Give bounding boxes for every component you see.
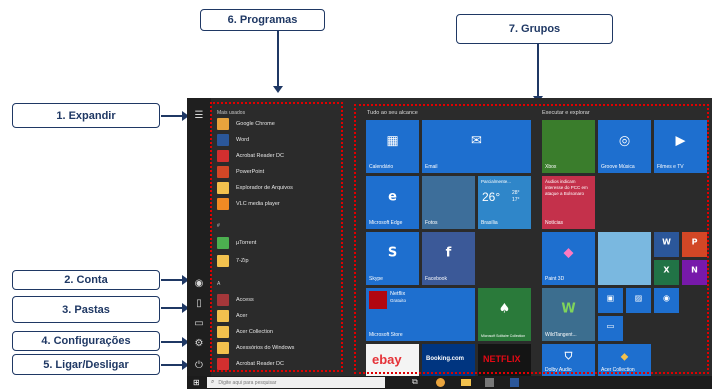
app-taskbar-icon[interactable]	[485, 378, 494, 387]
arrow-folders	[161, 303, 189, 313]
hamburger-icon[interactable]: ☰	[192, 110, 206, 122]
task-view-icon[interactable]: ⧉	[412, 377, 418, 387]
callout-groups: 7. Grupos	[456, 14, 613, 44]
callout-programs: 6. Programas	[200, 9, 325, 31]
document-icon[interactable]: ▯	[192, 298, 206, 310]
arrow-settings	[161, 337, 189, 347]
account-icon[interactable]: ◉	[192, 278, 206, 290]
search-icon: ⌕	[211, 379, 215, 385]
arrow-groups	[533, 44, 543, 103]
highlight-programs	[210, 102, 343, 372]
folder-taskbar-icon[interactable]	[461, 379, 471, 386]
taskbar-search[interactable]: ⌕ Digite aqui para pesquisar	[207, 377, 385, 388]
highlight-groups	[354, 104, 709, 374]
power-icon[interactable]: ⏻	[192, 360, 206, 372]
windows-logo-icon[interactable]: ⊞	[193, 378, 200, 387]
gear-icon[interactable]: ⚙	[192, 338, 206, 350]
arrow-account	[161, 275, 189, 285]
chrome-taskbar-icon[interactable]	[436, 378, 445, 387]
pictures-icon[interactable]: ▭	[192, 318, 206, 330]
arrow-expand	[161, 111, 189, 121]
callout-account: 2. Conta	[12, 270, 160, 290]
arrow-power	[161, 360, 189, 370]
callout-expand: 1. Expandir	[12, 103, 160, 128]
callout-power: 5. Ligar/Desligar	[12, 354, 160, 375]
search-placeholder: Digite aqui para pesquisar	[218, 379, 277, 386]
taskbar: ⊞ ⌕ Digite aqui para pesquisar ⧉	[187, 376, 712, 389]
callout-settings: 4. Configurações	[12, 331, 160, 351]
start-left-rail: ☰ ◉ ▯ ▭ ⚙ ⏻	[187, 98, 211, 376]
callout-folders: 3. Pastas	[12, 296, 160, 323]
tutorial-figure: 6. Programas 7. Grupos 1. Expandir 2. Co…	[0, 0, 712, 389]
arrow-programs	[273, 31, 283, 93]
store-taskbar-icon[interactable]	[510, 378, 519, 387]
